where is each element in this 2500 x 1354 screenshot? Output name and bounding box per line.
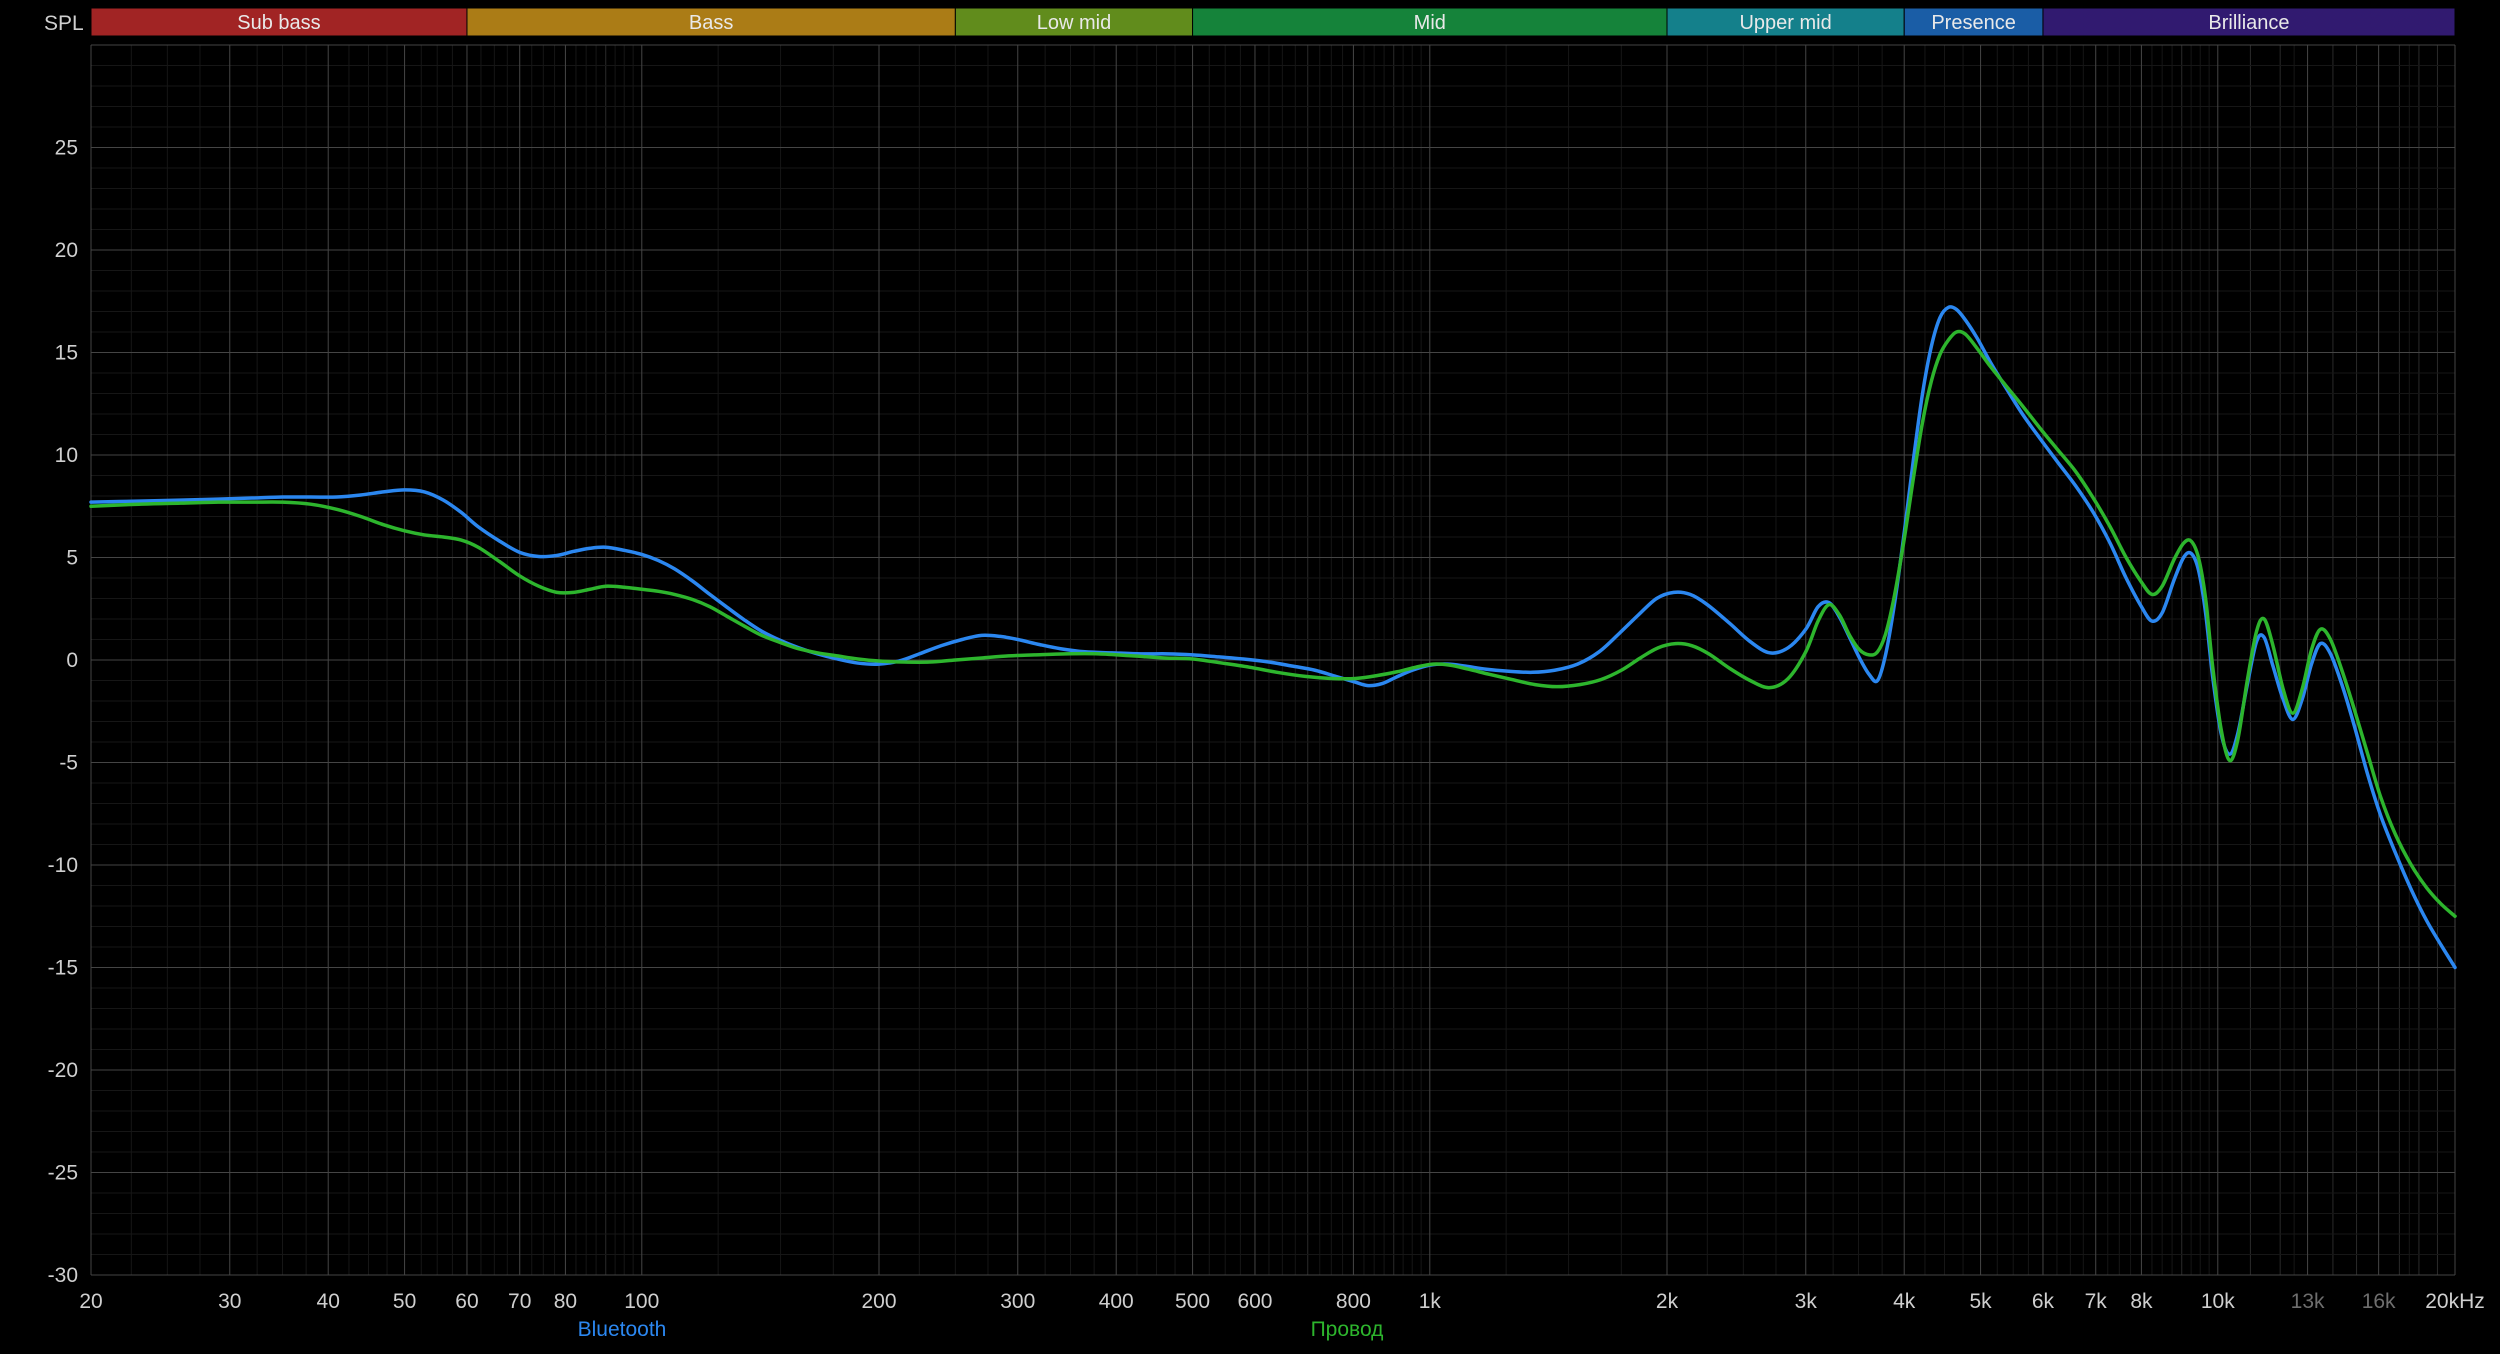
spl-axis-label: SPL [44,12,84,35]
y-tick-label: 15 [55,342,78,365]
x-tick-label: 800 [1336,1290,1371,1313]
band-label: Sub bass [237,12,320,34]
y-tick-label: -20 [48,1059,78,1082]
band-label: Brilliance [2208,12,2289,34]
x-tick-label: 60 [455,1290,478,1313]
curve-wired [91,331,2455,916]
y-tick-label: -10 [48,854,78,877]
x-tick-label: 400 [1099,1290,1134,1313]
y-tick-label: -30 [48,1264,78,1287]
x-tick-label: 20 [79,1290,102,1313]
x-tick-label: 500 [1175,1290,1210,1313]
x-tick-label: 7k [2085,1290,2108,1313]
y-tick-label: 0 [66,649,78,672]
band-label: Presence [1931,12,2016,34]
y-tick-label: 5 [66,547,78,570]
chart-canvas: Sub bass Bass Low mid Mid Upper mid Presence B… [0,0,2500,1354]
x-tick-label: 4k [1893,1290,1916,1313]
x-tick-label: 10k [2201,1290,2235,1313]
y-tick-label: 20 [55,239,78,262]
curve-bluetooth [91,307,2455,968]
x-tick-label: 8k [2130,1290,2153,1313]
x-tick-label: 3k [1795,1290,1818,1313]
band-label: Upper mid [1739,12,1831,34]
y-tick-label: -25 [48,1162,78,1185]
x-tick-label: 80 [554,1290,577,1313]
y-tick-label: -15 [48,957,78,980]
x-tick-label: 13k [2291,1290,2325,1313]
x-tick-label: 40 [317,1290,340,1313]
band-label: Bass [689,12,733,34]
x-tick-label: 2k [1656,1290,1679,1313]
band-label: Low mid [1037,12,1111,34]
frequency-response-chart: Sub bass Bass Low mid Mid Upper mid Presence B… [0,0,2500,1354]
y-tick-label: 25 [55,137,78,160]
x-tick-label: 600 [1237,1290,1272,1313]
x-tick-label: 6k [2032,1290,2055,1313]
band-label: Mid [1414,12,1446,34]
x-tick-label: 300 [1000,1290,1035,1313]
legend-bluetooth[interactable]: Bluetooth [578,1318,667,1342]
x-tick-label: 1k [1419,1290,1442,1313]
x-tick-label: 16k [2362,1290,2396,1313]
x-tick-label: 100 [624,1290,659,1313]
x-tick-label: 50 [393,1290,416,1313]
legend-wired[interactable]: Провод [1311,1318,1384,1342]
x-tick-label: 200 [861,1290,896,1313]
y-tick-label: -5 [59,752,78,775]
y-tick-label: 10 [55,444,78,467]
x-tick-label: 5k [1969,1290,1992,1313]
x-tick-label: 20kHz [2425,1290,2485,1313]
x-tick-label: 30 [218,1290,241,1313]
x-tick-label: 70 [508,1290,531,1313]
